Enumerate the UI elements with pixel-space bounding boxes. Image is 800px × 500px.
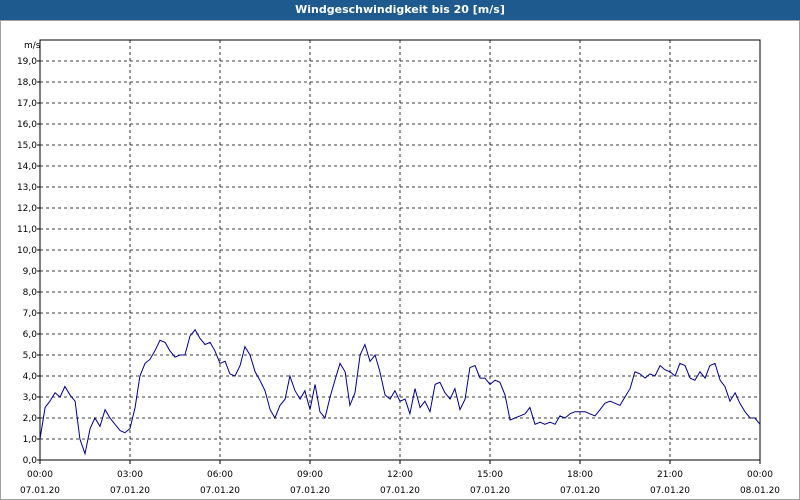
- x-tick-time: 06:00: [207, 470, 233, 480]
- y-tick-label: 6,0: [23, 330, 38, 340]
- y-tick-label: 1,0: [23, 435, 38, 445]
- y-tick-label: 12,0: [17, 204, 37, 214]
- y-axis: 0,0 1,0 2,0 3,0 4,0 5,0 6,0 7,0 8,0 9,0 10,0 11,0 12…: [17, 57, 40, 466]
- y-tick-label: 18,0: [17, 78, 37, 88]
- x-tick-date: 07.01.20: [200, 486, 240, 496]
- y-tick-label: 13,0: [17, 183, 37, 193]
- wind-speed-chart: 0,0 1,0 2,0 3,0 4,0 5,0 6,0 7,0 8,0 9,0 10,0 11,0 12…: [17, 39, 780, 496]
- x-tick-time: 00:00: [27, 470, 53, 480]
- x-tick-date: 07.01.20: [650, 486, 690, 496]
- y-tick-label: 0,0: [23, 456, 38, 466]
- x-tick-time: 18:00: [567, 470, 593, 480]
- x-tick-time: 12:00: [387, 470, 413, 480]
- x-tick-date: 07.01.20: [110, 486, 150, 496]
- y-axis-label: m/s: [24, 41, 41, 51]
- y-tick-label: 7,0: [23, 309, 38, 319]
- x-tick-time: 09:00: [297, 470, 323, 480]
- y-tick-label: 16,0: [17, 120, 37, 130]
- y-tick-label: 19,0: [17, 57, 37, 67]
- x-tick-time: 03:00: [117, 470, 143, 480]
- x-tick-date: 07.01.20: [380, 486, 420, 496]
- x-tick-time: 21:00: [657, 470, 683, 480]
- x-tick-date: 07.01.20: [20, 486, 60, 496]
- x-tick-time: 00:00: [747, 470, 773, 480]
- y-tick-label: 4,0: [23, 372, 38, 382]
- y-tick-label: 14,0: [17, 162, 37, 172]
- x-tick-date: 07.01.20: [290, 486, 330, 496]
- y-tick-label: 8,0: [23, 288, 38, 298]
- y-tick-label: 11,0: [17, 225, 37, 235]
- y-tick-label: 17,0: [17, 99, 37, 109]
- x-tick-time: 15:00: [477, 470, 503, 480]
- grid-lines: [40, 40, 760, 460]
- y-tick-label: 10,0: [17, 246, 37, 256]
- y-tick-label: 2,0: [23, 414, 38, 424]
- x-tick-date: 07.01.20: [470, 486, 510, 496]
- x-tick-date: 08.01.20: [740, 486, 780, 496]
- x-axis: 00:00 07.01.20 03:00 07.01.20 06:00 07.01.20 0…: [20, 460, 780, 496]
- y-tick-label: 15,0: [17, 141, 37, 151]
- y-tick-label: 5,0: [23, 351, 38, 361]
- y-tick-label: 9,0: [23, 267, 38, 277]
- y-tick-label: 3,0: [23, 393, 38, 403]
- x-tick-date: 07.01.20: [560, 486, 600, 496]
